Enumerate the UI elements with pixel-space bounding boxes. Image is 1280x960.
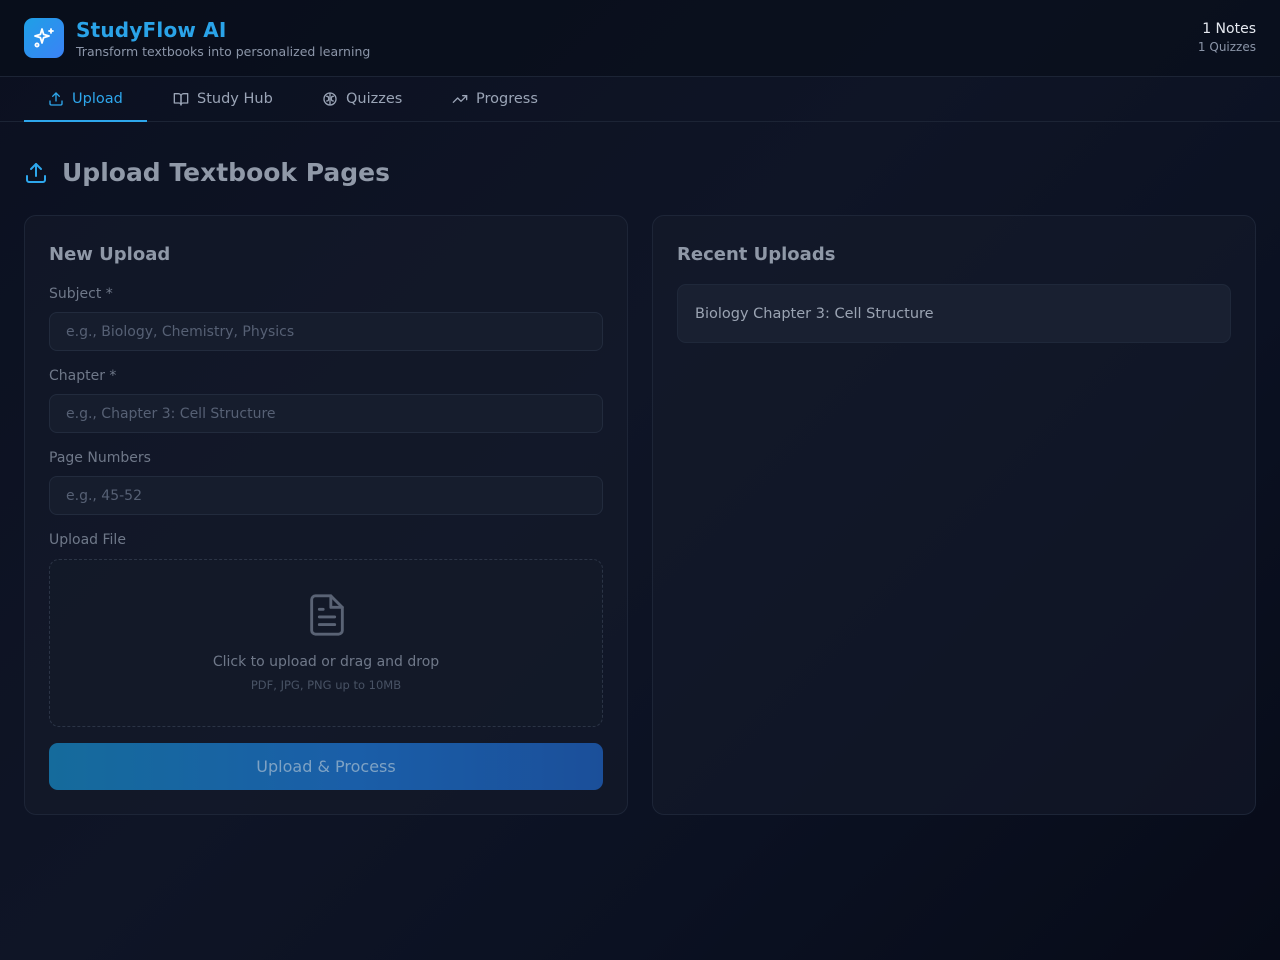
tab-upload[interactable]: Upload [24, 77, 147, 122]
upload-icon [49, 92, 63, 106]
upload-process-button[interactable]: Upload & Process [49, 743, 603, 790]
app-logo [24, 18, 64, 58]
dropzone-prompt: Click to upload or drag and drop [212, 654, 440, 670]
tab-quizzes-label: Quizzes [346, 91, 403, 107]
file-dropzone[interactable]: Click to upload or drag and drop PDF, JP… [49, 559, 603, 727]
subject-input[interactable] [49, 312, 603, 351]
section-heading: Upload Textbook Pages [24, 158, 390, 187]
trending-up-icon [452, 95, 468, 103]
page-title: Upload Textbook Pages [62, 158, 391, 187]
tab-study-hub-label: Study Hub [197, 91, 273, 107]
tab-study-hub[interactable]: Study Hub [149, 77, 297, 121]
file-text-icon [310, 594, 344, 636]
tab-upload-label: Upload [72, 91, 123, 107]
new-upload-card: New Upload Subject * Chapter * Page Numb… [24, 215, 628, 815]
tab-progress-label: Progress [476, 91, 538, 107]
main-tabs: Upload Study Hub Quizzes Progress [0, 77, 1280, 122]
chapter-input[interactable] [49, 394, 603, 433]
chapter-label: Chapter * [49, 368, 117, 384]
recent-uploads-card: Recent Uploads Biology Chapter 3: Cell S… [652, 215, 1256, 815]
page-numbers-label: Page Numbers [49, 450, 151, 466]
book-open-icon [173, 93, 189, 106]
sparkles-icon [34, 28, 54, 48]
recent-uploads-title: Recent Uploads [677, 244, 836, 265]
subject-label: Subject * [49, 286, 113, 302]
new-upload-title: New Upload [49, 244, 171, 265]
recent-upload-item[interactable]: Biology Chapter 3: Cell Structure [677, 284, 1231, 343]
upload-file-label: Upload File [49, 532, 126, 548]
tab-quizzes[interactable]: Quizzes [298, 77, 426, 121]
brain-icon [323, 92, 337, 106]
quizzes-count: 1 Quizzes [1197, 40, 1256, 54]
app-title: StudyFlow AI [76, 18, 227, 42]
notes-count: 1 Notes [1202, 21, 1256, 37]
page-numbers-input[interactable] [49, 476, 603, 515]
stats-summary: 1 Notes 1 Quizzes [1198, 21, 1256, 54]
dropzone-hint: PDF, JPG, PNG up to 10MB [250, 678, 402, 692]
tab-progress[interactable]: Progress [428, 77, 562, 121]
app-subtitle: Transform textbooks into personalized le… [76, 44, 371, 59]
upload-icon [26, 162, 46, 183]
app-header: StudyFlow AI Transform textbooks into pe… [0, 0, 1280, 77]
